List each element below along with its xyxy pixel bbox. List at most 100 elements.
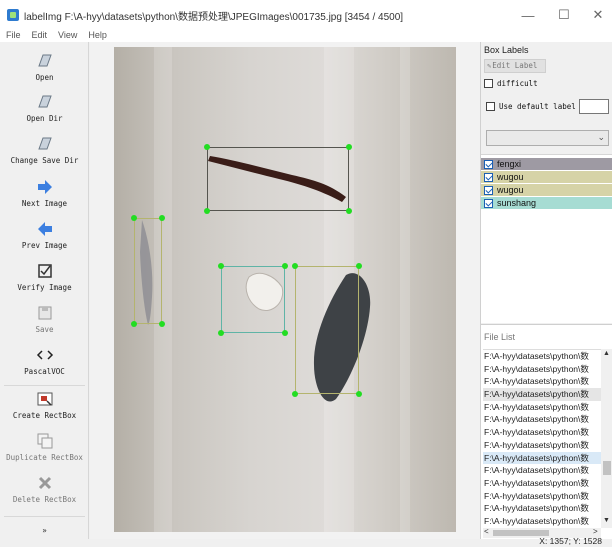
menu-file[interactable]: File [0,30,21,42]
label-item-wugou[interactable]: wugou [481,184,612,196]
file-list-item[interactable]: F:\A-hyy\datasets\python\数 [483,490,601,503]
bbox-wugou[interactable] [295,266,359,394]
file-list-item-selected[interactable]: F:\A-hyy\datasets\python\数 [483,388,601,401]
label-item-sunshang[interactable]: sunshang [481,197,612,209]
checkbox-icon [37,264,52,278]
file-list-item[interactable]: F:\A-hyy\datasets\python\数 [483,439,601,452]
next-arrow-icon [37,180,52,194]
duplicate-rectbox-button[interactable]: Duplicate RectBox [0,432,89,462]
toolbar-more-button[interactable]: » [0,526,89,535]
menu-view[interactable]: View [47,30,77,42]
delete-icon [38,476,51,490]
use-default-label-checkbox[interactable]: Use default label [486,102,576,111]
label-item-wugou[interactable]: wugou [481,171,612,183]
bbox-handle[interactable] [282,330,288,336]
file-list-item[interactable]: F:\A-hyy\datasets\python\数 [483,515,601,528]
label-visible-checkbox[interactable] [484,185,493,195]
file-list-item[interactable]: F:\A-hyy\datasets\python\数 [483,401,601,414]
save-icon [38,306,51,320]
label-item-fengxi[interactable]: fengxi [481,158,612,170]
scroll-thumb[interactable] [603,461,611,475]
file-list-item[interactable]: F:\A-hyy\datasets\python\数 [483,363,601,376]
more-icon: » [42,526,47,535]
menu-edit[interactable]: Edit [21,30,48,42]
next-image-button[interactable]: Next Image [0,178,89,208]
difficult-checkbox[interactable]: difficult [484,79,538,88]
bbox-handle[interactable] [131,321,137,327]
change-save-dir-button[interactable]: Change Save Dir [0,135,89,165]
pascal-voc-button[interactable]: PascalVOC [0,346,89,376]
bbox-handle[interactable] [218,263,224,269]
bbox-handle[interactable] [356,263,362,269]
scroll-up-icon[interactable]: ▲ [602,350,611,357]
file-list-item[interactable]: F:\A-hyy\datasets\python\数 [483,502,601,515]
scroll-down-icon[interactable]: ▼ [602,517,611,524]
use-default-label-checkbox-box[interactable] [486,102,495,111]
label-item-text: wugou [497,172,524,182]
bbox-handle[interactable] [292,263,298,269]
file-list-item[interactable]: F:\A-hyy\datasets\python\数 [483,350,601,363]
bbox-handle[interactable] [346,144,352,150]
label-visible-checkbox[interactable] [484,198,493,208]
prev-arrow-icon [37,222,52,236]
bbox-handle[interactable] [204,208,210,214]
verify-image-button[interactable]: Verify Image [0,262,89,292]
label-list[interactable]: fengxi wugou wugou sunshang [481,154,612,323]
open-icon [37,54,52,67]
default-label-input[interactable] [579,99,609,114]
edit-label-button[interactable]: ✎Edit Label [484,59,546,73]
bbox-sunshang[interactable] [221,266,285,333]
open-dir-button[interactable]: Open Dir [0,93,89,123]
file-list-item[interactable]: F:\A-hyy\datasets\python\数 [483,426,601,439]
scroll-left-icon[interactable]: < [484,527,489,536]
open-dir-label: Open Dir [26,114,63,123]
bbox-handle[interactable] [204,144,210,150]
minimize-button[interactable]: — [510,0,546,30]
save-button[interactable]: Save [0,304,89,334]
file-list-item[interactable]: F:\A-hyy\datasets\python\数 [483,413,601,426]
file-list-item[interactable]: F:\A-hyy\datasets\python\数 [483,464,601,477]
cursor-coordinates: X: 1357; Y: 1528 [539,536,602,546]
file-list-item[interactable]: F:\A-hyy\datasets\python\数 [483,477,601,490]
file-list-vertical-scrollbar[interactable]: ▲ ▼ [601,349,612,528]
label-visible-checkbox[interactable] [484,172,493,182]
scroll-right-icon[interactable]: > [593,527,598,536]
bbox-handle[interactable] [282,263,288,269]
bbox-handle[interactable] [218,330,224,336]
create-rectbox-button[interactable]: Create RectBox [0,390,89,420]
create-rectbox-icon [37,392,52,406]
edit-icon: ✎ [487,62,492,70]
file-list-item[interactable]: F:\A-hyy\datasets\python\数 [483,375,601,388]
difficult-checkbox-box[interactable] [484,79,493,88]
file-list[interactable]: F:\A-hyy\datasets\python\数 F:\A-hyy\data… [483,349,601,528]
prev-image-button[interactable]: Prev Image [0,220,89,250]
file-list-item[interactable]: F:\A-hyy\datasets\python\数 [483,451,601,465]
open-button[interactable]: Open [0,52,89,82]
bbox-fengxi[interactable] [207,147,349,211]
delete-rectbox-button[interactable]: Delete RectBox [0,474,89,504]
label-combo-box[interactable]: ⌄ [486,130,609,146]
code-icon [36,350,53,360]
delete-rectbox-label: Delete RectBox [12,495,77,504]
verify-image-label: Verify Image [17,283,72,292]
image-canvas[interactable] [90,42,480,539]
pascal-voc-label: PascalVOC [24,367,65,376]
bbox-handle[interactable] [159,321,165,327]
maximize-button[interactable]: ☐ [546,0,582,30]
bbox-wugou[interactable] [134,218,162,324]
label-visible-checkbox[interactable] [484,159,493,169]
right-dock: Box Labels ✎Edit Label difficult Use def… [480,42,612,539]
bbox-handle[interactable] [346,208,352,214]
status-bar: X: 1357; Y: 1528 [0,536,612,547]
duplicate-icon [37,433,52,449]
label-item-text: wugou [497,185,524,195]
bbox-handle[interactable] [131,215,137,221]
menu-help[interactable]: Help [77,30,107,42]
chevron-down-icon: ⌄ [597,132,605,142]
close-button[interactable]: ✕ [580,0,612,30]
bbox-handle[interactable] [356,391,362,397]
bbox-handle[interactable] [159,215,165,221]
bbox-handle[interactable] [292,391,298,397]
toolbar-divider-bottom [4,516,85,517]
annotated-photo[interactable] [114,47,456,532]
